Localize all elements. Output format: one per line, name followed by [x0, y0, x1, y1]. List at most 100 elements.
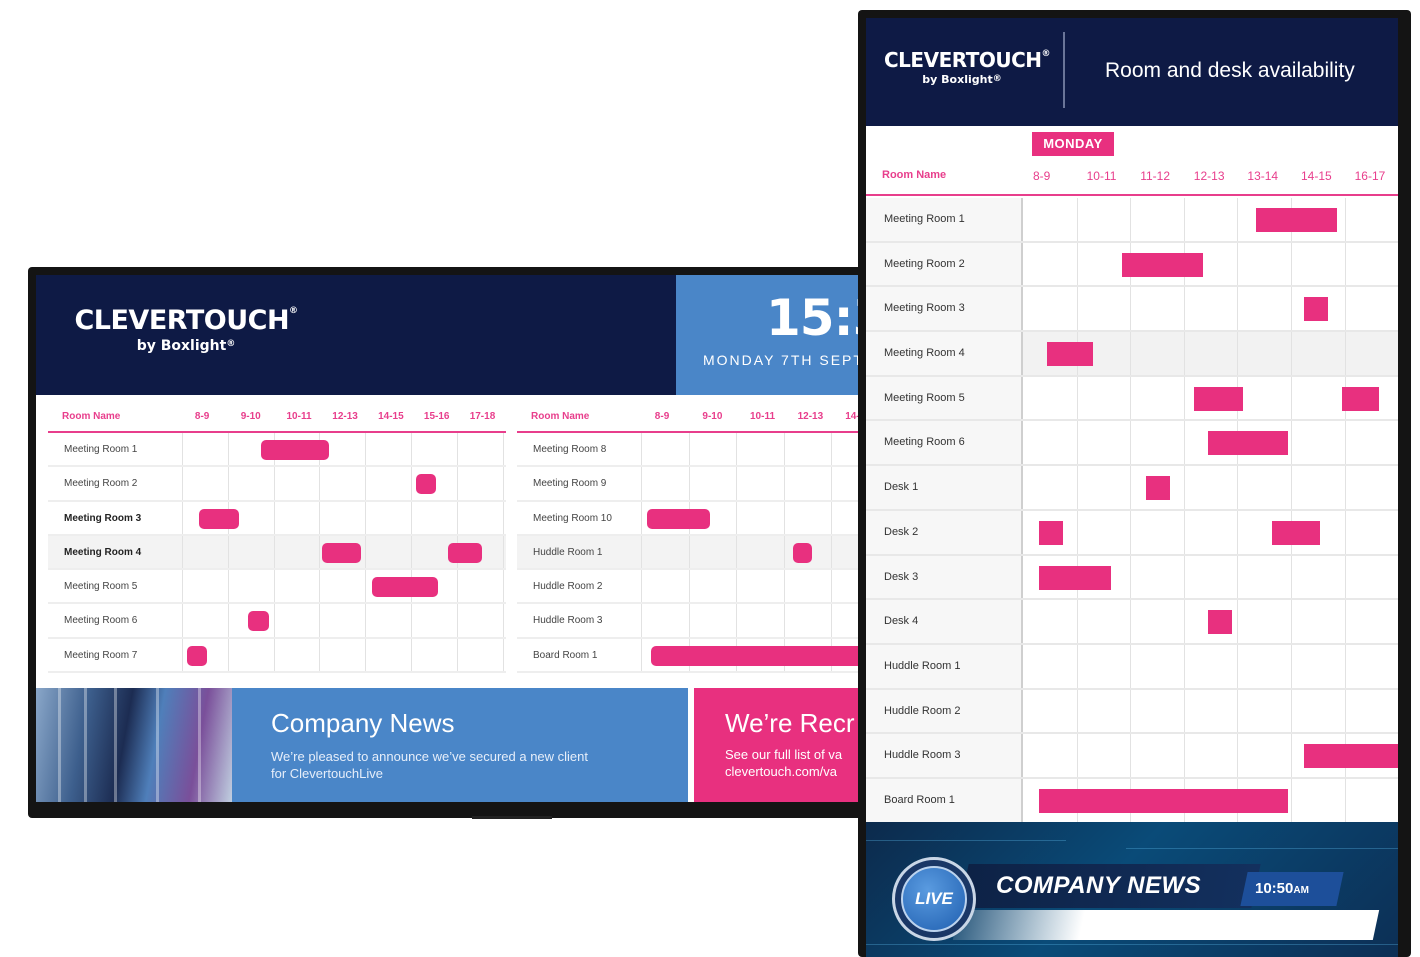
- room-name: Meeting Room 1: [884, 213, 965, 225]
- booking-block[interactable]: [1272, 520, 1321, 545]
- time-slot-header: 11-12: [1140, 169, 1170, 183]
- time-slot-header: 10-11: [1086, 169, 1117, 183]
- time-slot-header: 10-11: [750, 411, 776, 422]
- room-name: Meeting Room 6: [884, 436, 965, 449]
- table-row[interactable]: Meeting Room 6: [48, 604, 506, 639]
- booking-block[interactable]: [1194, 386, 1243, 411]
- booking-block[interactable]: [1207, 610, 1232, 635]
- header-divider: [1063, 32, 1065, 108]
- booking-block[interactable]: [1341, 386, 1380, 411]
- booking-block[interactable]: [1207, 431, 1289, 456]
- table-row[interactable]: Desk 1: [866, 466, 1398, 511]
- table-row[interactable]: Huddle Room 3: [517, 604, 896, 639]
- time-slot-header: 8-9: [654, 411, 670, 422]
- table-row[interactable]: Huddle Room 2: [866, 689, 1398, 735]
- booking-block[interactable]: [1047, 342, 1093, 367]
- table-row[interactable]: Meeting Room 10: [517, 501, 896, 536]
- room-name: Board Room 1: [533, 649, 598, 661]
- day-badge: MONDAY: [1032, 132, 1114, 156]
- room-name: Meeting Room 3: [64, 512, 142, 524]
- clevertouch-logo: CLEVERTOUCH® by Boxlight®: [74, 305, 298, 354]
- table-row[interactable]: Desk 2: [866, 510, 1398, 556]
- time-slot-header: 13-14: [1247, 169, 1279, 183]
- table-row[interactable]: Meeting Room 9: [517, 467, 896, 502]
- table-header: Room Name 8-9 9-10 10-11 12-13 14-15 15-16 17-1…: [48, 403, 506, 433]
- booking-block[interactable]: [447, 542, 482, 563]
- table-row[interactable]: Meeting Room 8: [517, 433, 896, 468]
- booking-block[interactable]: [248, 611, 270, 632]
- table-row[interactable]: Huddle Room 1: [517, 535, 896, 571]
- clevertouch-logo: CLEVERTOUCH® by Boxlight®: [884, 48, 1051, 86]
- room-name: Huddle Room 1: [884, 659, 961, 672]
- time-slot-header: 17-18: [469, 411, 496, 422]
- booking-block[interactable]: [372, 577, 439, 598]
- header-bar: CLEVERTOUCH® by Boxlight®: [36, 275, 676, 395]
- room-name: Meeting Room 2: [64, 478, 138, 490]
- recruit-title: We’re Recr: [725, 708, 855, 738]
- booking-block[interactable]: [1256, 208, 1337, 232]
- booking-block[interactable]: [1039, 565, 1112, 590]
- table-row[interactable]: Board Room 1: [517, 638, 896, 674]
- table-row[interactable]: Meeting Room 5: [866, 376, 1398, 422]
- time-slot-header: 12-13: [797, 411, 824, 422]
- table-row[interactable]: Meeting Room 6: [866, 421, 1398, 467]
- table-row[interactable]: Meeting Room 3: [866, 287, 1398, 333]
- booking-block[interactable]: [793, 542, 813, 563]
- booking-block[interactable]: [260, 440, 329, 460]
- room-name-header: Room Name: [62, 411, 121, 422]
- time-slot-header: 16-17: [1354, 169, 1386, 183]
- room-name: Meeting Room 4: [884, 347, 965, 360]
- booking-block[interactable]: [650, 645, 879, 666]
- room-name: Huddle Room 1: [533, 546, 603, 558]
- screen-stand: [472, 816, 552, 819]
- booking-block[interactable]: [1122, 252, 1203, 277]
- booking-block[interactable]: [415, 474, 437, 495]
- time-slot-header: 14-15: [378, 411, 404, 422]
- time-slot-header: 9-10: [240, 411, 261, 422]
- time-slot-header: 14-15: [1301, 169, 1332, 183]
- booking-table-left: Room Name 8-9 9-10 10-11 12-13 14-15 15-16 17-1…: [48, 403, 506, 674]
- table-row[interactable]: Desk 3: [866, 555, 1398, 601]
- company-news-banner[interactable]: Company News We’re pleased to announce w…: [36, 688, 688, 802]
- table-row[interactable]: Meeting Room 5: [48, 570, 506, 605]
- room-name: Huddle Room 2: [884, 704, 961, 717]
- live-badge: LIVE: [901, 866, 967, 932]
- table-row[interactable]: Meeting Room 2: [866, 242, 1398, 288]
- room-name: Meeting Room 2: [884, 257, 965, 270]
- booking-block[interactable]: [321, 542, 361, 563]
- booking-block[interactable]: [1304, 744, 1398, 769]
- table-row[interactable]: Huddle Room 1: [866, 644, 1398, 690]
- table-row[interactable]: Huddle Room 3: [866, 734, 1398, 779]
- booking-block[interactable]: [1039, 520, 1064, 545]
- table-row[interactable]: Meeting Room 1: [866, 198, 1398, 243]
- table-row[interactable]: Meeting Room 2: [48, 467, 506, 502]
- booking-block[interactable]: [647, 508, 711, 529]
- table-row[interactable]: Huddle Room 2: [517, 570, 896, 605]
- table-row[interactable]: Meeting Room 7: [48, 638, 506, 674]
- header-bar: CLEVERTOUCH® by Boxlight® Room and desk …: [866, 18, 1398, 126]
- booking-block[interactable]: [1146, 476, 1171, 501]
- room-name: Meeting Room 10: [533, 512, 612, 524]
- table-row[interactable]: Board Room 1: [866, 778, 1398, 824]
- table-row[interactable]: Desk 4: [866, 600, 1398, 645]
- table-row[interactable]: Meeting Room 4: [866, 332, 1398, 377]
- news-text: We’re pleased to announce we’ve secured …: [271, 749, 589, 781]
- room-name: Meeting Room 3: [884, 302, 965, 315]
- time-slot-header: 8-9: [1033, 169, 1051, 183]
- booking-block[interactable]: [1039, 788, 1289, 813]
- room-name: Meeting Room 7: [64, 649, 138, 661]
- booking-block[interactable]: [1304, 297, 1329, 322]
- time-slot-header: 9-10: [702, 411, 723, 422]
- company-news-ticker[interactable]: COMPANY NEWS 10:50AM LIVE: [866, 822, 1398, 957]
- time-slot-header: 12-13: [1193, 169, 1225, 183]
- booking-block[interactable]: [186, 645, 208, 666]
- table-row[interactable]: Meeting Room 3: [48, 501, 506, 536]
- availability-grid: Meeting Room 1 Meeting Room 2 Meeting Room…: [866, 198, 1398, 824]
- booking-block[interactable]: [199, 508, 240, 529]
- table-row[interactable]: Meeting Room 1: [48, 433, 506, 468]
- ticker-title: COMPANY NEWS: [996, 872, 1202, 899]
- schedule-header: MONDAY Room Name 8-9 10-11 11-12 12-13 13-14…: [866, 126, 1398, 196]
- table-row[interactable]: Meeting Room 4: [48, 535, 506, 571]
- room-name: Meeting Room 8: [533, 444, 607, 455]
- page-title: Room and desk availability: [1105, 59, 1355, 82]
